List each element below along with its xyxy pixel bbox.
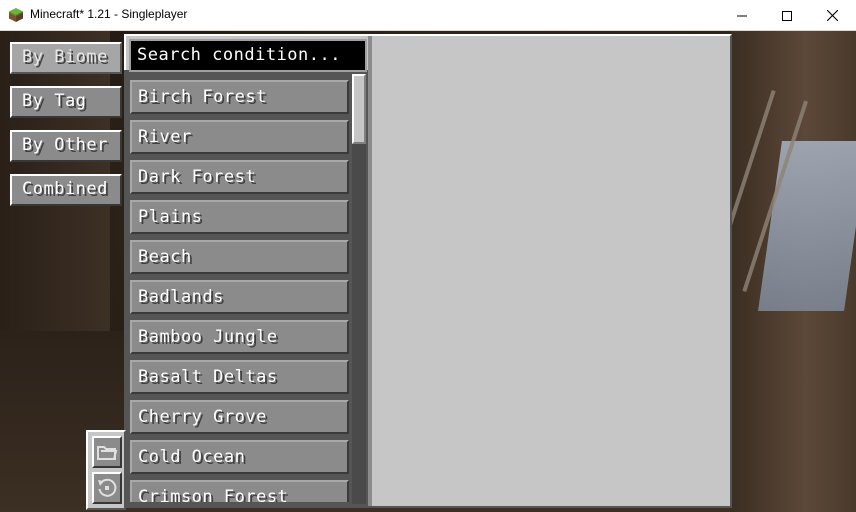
tab-by-other[interactable]: By Other: [10, 130, 122, 162]
tab-by-biome[interactable]: By Biome: [10, 42, 122, 74]
folder-icon: [97, 446, 118, 460]
list-item[interactable]: Plains: [130, 200, 349, 234]
reset-button[interactable]: [92, 472, 122, 504]
maximize-button[interactable]: [764, 0, 810, 31]
list-item[interactable]: Crimson Forest: [130, 480, 349, 502]
minimize-button[interactable]: [719, 0, 765, 31]
maximize-icon: [782, 10, 792, 21]
tab-combined[interactable]: Combined: [10, 174, 122, 206]
list-scrollbar-thumb[interactable]: [352, 74, 366, 144]
minecraft-grass-block-icon: [9, 8, 23, 22]
list-item[interactable]: Bamboo Jungle: [130, 320, 349, 354]
search-input[interactable]: Search condition...: [129, 39, 367, 72]
close-icon: [826, 10, 838, 21]
window-title: Minecraft* 1.21 - Singleplayer: [30, 7, 188, 21]
list-item[interactable]: Dark Forest: [130, 160, 349, 194]
list-item[interactable]: Badlands: [130, 280, 349, 314]
open-folder-button[interactable]: [92, 436, 122, 468]
list-item[interactable]: River: [130, 120, 349, 154]
condition-list[interactable]: Birch Forest River Dark Forest Plains Be…: [124, 74, 352, 502]
reset-icon: [98, 478, 117, 497]
minimize-icon: [737, 15, 747, 16]
list-item[interactable]: Cold Ocean: [130, 440, 349, 474]
list-item[interactable]: Beach: [130, 240, 349, 274]
list-item[interactable]: Basalt Deltas: [130, 360, 349, 394]
close-button[interactable]: [809, 0, 855, 31]
list-item[interactable]: Cherry Grove: [130, 400, 349, 434]
tab-by-tag[interactable]: By Tag: [10, 86, 122, 118]
panel-divider: [368, 36, 372, 506]
window-titlebar: Minecraft* 1.21 - Singleplayer: [0, 0, 856, 31]
detail-pane: [374, 36, 728, 504]
list-item[interactable]: Birch Forest: [130, 80, 349, 114]
